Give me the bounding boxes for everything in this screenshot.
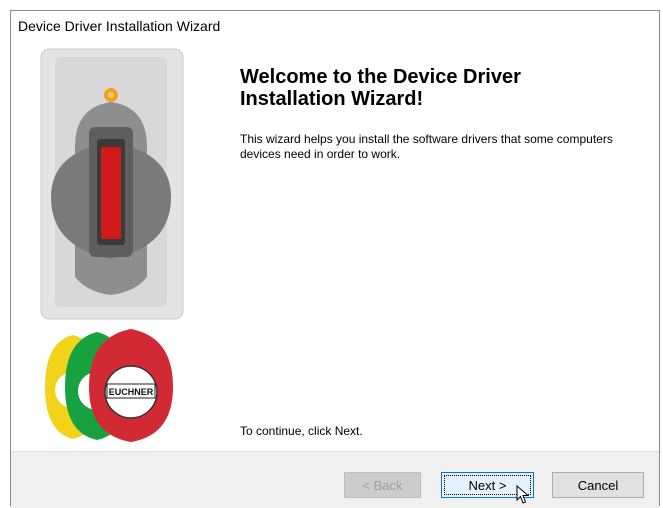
title-bar: Device Driver Installation Wizard <box>11 11 659 41</box>
device-illustration: EUCHNER <box>40 48 184 442</box>
continue-instruction: To continue, click Next. <box>240 424 363 438</box>
button-bar: < Back Next > Cancel <box>11 451 659 508</box>
wizard-banner-image: EUCHNER <box>35 47 215 442</box>
back-button[interactable]: < Back <box>344 472 421 498</box>
cancel-button[interactable]: Cancel <box>552 472 644 498</box>
window-title: Device Driver Installation Wizard <box>18 18 221 34</box>
wizard-window: Device Driver Installation Wizard EUCHNE… <box>10 10 660 508</box>
description-text: This wizard helps you install the softwa… <box>240 132 613 161</box>
key-tag-red: EUCHNER <box>89 329 173 442</box>
page-title: Welcome to the Device Driver Installatio… <box>240 66 521 110</box>
mouse-cursor-icon <box>516 485 530 504</box>
tag-label: EUCHNER <box>109 387 154 397</box>
